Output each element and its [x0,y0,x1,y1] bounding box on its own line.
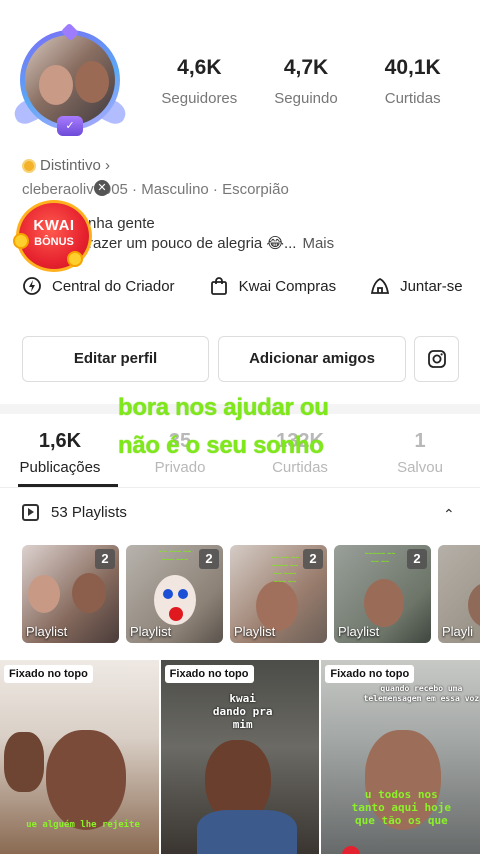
stat-value: 4,6K [177,56,222,79]
profile-stats: 4,6K Seguidores 4,7K Seguindo 40,1K Curt… [146,56,466,107]
profile-links: Central do Criador Kwai Compras Juntar-s… [22,276,463,296]
link-label: Kwai Compras [238,277,337,295]
tab-label: Curtidas [272,459,328,476]
chevron-up-icon[interactable]: ⌃ [443,506,455,523]
playlist-label: Playlist [26,624,68,639]
video-thumbnail[interactable]: Fixado no topo ue alguém lhe rejeite [0,660,159,854]
pinned-badge: Fixado no topo [164,665,254,683]
lightning-circle-icon [23,277,41,295]
tab-count: 1,6K [38,430,82,452]
playlists-header[interactable]: 53 Playlists [22,504,127,521]
tabs-border [0,487,480,488]
kwai-bonus-badge[interactable]: KWAI BÔNUS [13,200,92,272]
edit-profile-button[interactable]: Editar perfil [22,336,209,382]
level-badge: ✓ [57,116,83,136]
tent-icon [371,277,390,294]
join-link[interactable]: Juntar-se [370,276,463,296]
kwai-bonus-title: KWAI [33,217,75,234]
playlist-carousel[interactable]: 2 Playlist ~~ ~~~ ~~ ~~~ ~~~ 2 Playlist ~… [22,545,480,643]
shopping-bag-icon [210,277,227,295]
stat-label: Curtidas [384,90,441,107]
stat-label: Seguindo [274,90,338,107]
link-label: Central do Criador [52,277,175,295]
tab-label: Privado [154,459,206,476]
coin-icon [67,251,83,267]
playlist-icon [22,504,39,521]
playlist-count: 2 [95,549,115,569]
kwai-shop-link[interactable]: Kwai Compras [209,276,337,296]
playlist-card[interactable]: 2 Playlist [22,545,119,643]
close-icon[interactable]: ✕ [94,180,110,196]
playlist-label: Playlist [130,624,172,639]
bio-more-link[interactable]: Mais [302,235,334,252]
playlist-card[interactable]: Playli [438,545,480,643]
stat-likes[interactable]: 40,1K Curtidas [359,56,466,107]
tab-label: Publicações [19,459,101,476]
playlist-count: 2 [407,549,427,569]
bio-text: razer um pouco de alegria 😂... [88,235,297,252]
tab-count: 1 [414,430,426,452]
avatar-photo [25,35,115,125]
video-thumbnail[interactable]: Fixado no topo quando recebo uma telemen… [321,660,480,854]
playlist-label: Playlist [338,624,380,639]
playlist-card[interactable]: ~~ ~~ ~~ ~~~~ ~~ ~~ ~~~ ~~~ ~~ 2 Playlist [230,545,327,643]
playlist-label: Playli [442,624,474,639]
video-caption-bottom: u todos nos tanto aqui hoje que tão os q… [351,788,452,827]
stat-value: 40,1K [384,56,441,79]
tab-saved[interactable]: 1 Salvou [360,430,480,486]
creator-center-link[interactable]: Central do Criador [22,276,175,296]
instagram-button[interactable] [414,336,459,382]
playlist-count: 2 [199,549,219,569]
pinned-badge: Fixado no topo [325,665,415,683]
stat-following[interactable]: 4,7K Seguindo [253,56,360,107]
overlay-caption-line-2: não é o seu sonho [118,432,324,459]
bio-line-1: nha gente [88,215,155,232]
playlists-count-label: 53 Playlists [51,504,127,521]
instagram-icon [427,350,446,368]
add-friends-button[interactable]: Adicionar amigos [218,336,406,382]
link-label: Juntar-se [400,277,463,295]
profile-meta: cleberaoliv r005 · Masculino · Escorpião [22,181,289,198]
distintivo-label: Distintivo › [40,157,111,174]
tab-publications[interactable]: 1,6K Publicações [0,430,120,486]
kwai-bonus-subtitle: BÔNUS [34,236,74,248]
coin-icon [22,158,36,173]
profile-avatar[interactable]: ✓ [10,22,130,138]
playlist-count: 2 [303,549,323,569]
avatar-frame [20,30,120,130]
playlist-card[interactable]: ~~ ~~~ ~~ ~~~ ~~~ 2 Playlist [126,545,223,643]
stat-value: 4,7K [283,56,329,79]
playlist-label: Playlist [234,624,276,639]
stat-followers[interactable]: 4,6K Seguidores [146,56,253,107]
video-thumbnail[interactable]: Fixado no topo kwai dando pra mim [160,660,320,854]
coin-icon [13,233,29,249]
distintivo-link[interactable]: Distintivo › [22,157,110,174]
playlist-card[interactable]: ~~~~~ ~~ ~~ ~~ 2 Playlist [334,545,431,643]
overlay-caption-line-1: bora nos ajudar ou [118,394,329,421]
tab-label: Salvou [397,459,443,476]
video-caption-top: quando recebo uma telemensagem em essa v… [363,684,480,703]
video-caption: kwai dando pra mim [212,692,273,731]
pinned-badge: Fixado no topo [4,665,93,683]
video-caption: ue alguém lhe rejeite [26,820,140,830]
stat-label: Seguidores [161,90,238,107]
bio-line-2: razer um pouco de alegria 😂... Mais [88,234,334,252]
video-grid: Fixado no topo ue alguém lhe rejeite Fix… [0,660,480,854]
